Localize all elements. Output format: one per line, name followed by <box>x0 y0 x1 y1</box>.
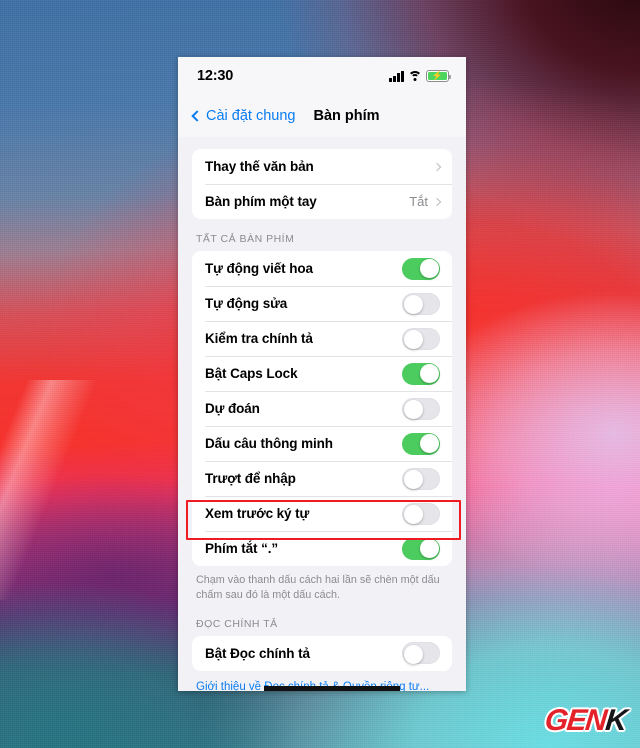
navigation-bar: Cài đặt chung Bàn phím <box>178 95 466 137</box>
wifi-icon <box>408 70 422 82</box>
list-item-slide-to-type[interactable]: Trượt để nhập <box>192 461 452 496</box>
cellular-bars-icon <box>389 70 404 82</box>
toggle-period-shortcut[interactable] <box>402 537 440 560</box>
list-item-label: Dấu câu thông minh <box>205 436 333 451</box>
toggle-predictive[interactable] <box>402 397 440 420</box>
toggle-character-preview[interactable] <box>402 502 440 525</box>
toggle-check-spelling[interactable] <box>402 327 440 350</box>
list-item-accessory <box>432 162 442 171</box>
list-item-predictive[interactable]: Dự đoán <box>192 391 452 426</box>
wallpaper-background: 12:30 ⚡ Cài đặt chung Bàn phím Thay thế … <box>0 0 640 748</box>
settings-group-top: Thay thế văn bản Bàn phím một tay Tắt <box>192 149 452 219</box>
battery-charging-icon: ⚡ <box>426 70 452 82</box>
page-title: Bàn phím <box>313 108 380 124</box>
list-item-label: Kiểm tra chính tả <box>205 331 313 346</box>
toggle-smart-punctuation[interactable] <box>402 432 440 455</box>
list-item-label: Phím tắt “.” <box>205 541 279 556</box>
section-header-all-keyboards: TẤT CẢ BÀN PHÍM <box>196 233 295 245</box>
list-item-auto-capitalization[interactable]: Tự động viết hoa <box>192 251 452 286</box>
status-bar-indicators: ⚡ <box>389 70 452 82</box>
list-item-label: Tự động sửa <box>205 296 288 311</box>
footnote-period-shortcut: Chạm vào thanh dấu cách hai lần sẽ chèn … <box>196 574 440 602</box>
back-button[interactable]: Cài đặt chung <box>191 108 296 124</box>
toggle-auto-correction[interactable] <box>402 292 440 315</box>
dictation-privacy-link[interactable]: Giới thiệu về Đọc chính tả & Quyền riêng… <box>192 671 452 691</box>
list-item-check-spelling[interactable]: Kiểm tra chính tả <box>192 321 452 356</box>
list-item-text-replacement[interactable]: Thay thế văn bản <box>192 149 452 184</box>
list-item-auto-correction[interactable]: Tự động sửa <box>192 286 452 321</box>
toggle-auto-capitalization[interactable] <box>402 257 440 280</box>
section-header-dictation: ĐỌC CHÍNH TẢ <box>196 617 278 630</box>
list-item-label: Bàn phím một tay <box>205 194 317 209</box>
list-item-smart-punctuation[interactable]: Dấu câu thông minh <box>192 426 452 461</box>
toggle-slide-to-type[interactable] <box>402 467 440 490</box>
settings-group-all-keyboards: Tự động viết hoa Tự động sửa Kiểm tra ch… <box>192 251 452 566</box>
watermark-text-primary: GEN <box>543 704 608 737</box>
list-item-label: Bật Caps Lock <box>205 366 298 381</box>
list-item-label: Bật Đọc chính tả <box>205 645 310 661</box>
settings-list[interactable]: Thay thế văn bản Bàn phím một tay Tắt TẤ… <box>178 137 466 691</box>
list-item-enable-caps-lock[interactable]: Bật Caps Lock <box>192 356 452 391</box>
toggle-enable-dictation[interactable] <box>402 642 440 665</box>
list-item-value: Tắt <box>409 194 428 209</box>
redaction-bar <box>264 685 400 691</box>
status-bar: 12:30 ⚡ <box>178 57 466 95</box>
back-button-label: Cài đặt chung <box>206 108 296 124</box>
watermark-text-secondary: K <box>604 704 628 737</box>
list-item-label: Trượt để nhập <box>205 471 296 486</box>
list-item-period-shortcut[interactable]: Phím tắt “.” <box>192 531 452 566</box>
chevron-left-icon <box>191 110 203 122</box>
settings-group-dictation: Bật Đọc chính tả <box>192 635 452 671</box>
list-item-label: Tự động viết hoa <box>205 261 313 276</box>
chevron-right-icon <box>432 197 442 206</box>
list-item-label: Thay thế văn bản <box>205 159 314 174</box>
phone-screen: 12:30 ⚡ Cài đặt chung Bàn phím Thay thế … <box>178 57 466 691</box>
genk-watermark: GENK <box>543 704 628 737</box>
list-item-label: Xem trước ký tự <box>205 506 310 521</box>
status-bar-time: 12:30 <box>197 68 234 84</box>
list-item-one-handed-keyboard[interactable]: Bàn phím một tay Tắt <box>192 184 452 219</box>
list-item-accessory: Tắt <box>409 194 442 209</box>
toggle-enable-caps-lock[interactable] <box>402 362 440 385</box>
chevron-right-icon <box>432 162 442 171</box>
list-item-enable-dictation[interactable]: Bật Đọc chính tả <box>192 635 452 671</box>
list-item-character-preview[interactable]: Xem trước ký tự <box>192 496 452 531</box>
list-item-label: Dự đoán <box>205 401 260 416</box>
